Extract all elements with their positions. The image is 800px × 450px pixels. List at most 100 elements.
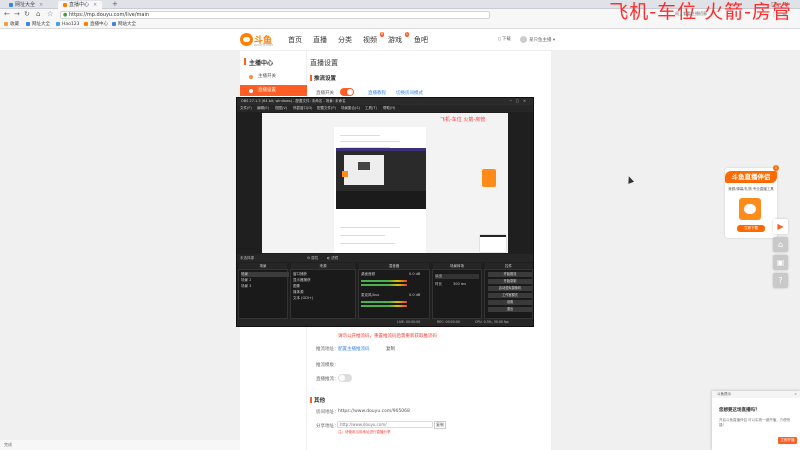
circle-icon: [249, 74, 253, 79]
start-streaming-button[interactable]: 开始推流: [488, 272, 532, 277]
start-recording-button[interactable]: 开始录制: [488, 279, 532, 284]
circle-icon: [249, 88, 253, 93]
bookmark-item[interactable]: 网址大全: [26, 21, 50, 28]
window-controls[interactable]: ─□✕: [510, 98, 530, 105]
app-icon[interactable]: ▣: [773, 255, 788, 270]
close-icon[interactable]: ×: [93, 2, 97, 8]
preview-notification: [480, 235, 506, 252]
filter-icon[interactable]: ◐ 滤镜: [327, 254, 338, 262]
obs-mixer-dock[interactable]: 混音器 桌面音频 0.0 dB 麦克风/Aux 0.0 dB: [358, 263, 430, 319]
list-item[interactable]: 窗口捕获: [293, 272, 307, 277]
preview-watermark: 飞机-车位 火箭-房管: [440, 117, 486, 123]
switch-room-mode-link[interactable]: 切换房间模式: [396, 90, 423, 96]
obs-preview[interactable]: 飞机-车位 火箭-房管: [262, 113, 508, 253]
folder-icon: [4, 21, 8, 26]
obs-menu-bar: 文件(F) 编辑(E) 视图(V) 停靠窗口(D) 配置文件(P) 场景集合(S…: [237, 105, 533, 112]
transition-select[interactable]: 淡出: [435, 274, 479, 279]
gear-icon[interactable]: ⚙ 属性: [307, 254, 318, 262]
live-companion-promo[interactable]: × 斗鱼直播伴侣 美颜/弹幕/礼物 专业直播工具 立即下载: [725, 165, 779, 238]
nav-game[interactable]: 游戏 1: [388, 32, 409, 45]
nav-badge: 6: [379, 32, 384, 37]
help-icon[interactable]: ?: [773, 273, 788, 288]
url-input[interactable]: ● https://mp.douyu.com/live/main: [60, 10, 490, 19]
obs-transitions-dock[interactable]: 场景转场 淡出 时长 300 ms: [432, 263, 482, 319]
list-item[interactable]: 图像: [293, 284, 300, 289]
douyu-logo[interactable]: 斗鱼 DOUYU.COM: [240, 32, 273, 48]
audio-meter: [361, 301, 407, 303]
forward-icon[interactable]: →: [14, 10, 20, 19]
preview-promo: [482, 169, 496, 187]
bookmark-item[interactable]: Hao123: [56, 21, 79, 28]
list-item[interactable]: 文本 (GDI+): [293, 296, 313, 301]
nav-badge: 1: [404, 32, 409, 37]
sidebar-item-anchor-switch[interactable]: 主播开关: [240, 71, 307, 82]
phone-icon: ▯: [498, 37, 501, 42]
duration-label: 时长: [435, 282, 442, 286]
site-header: 斗鱼 DOUYU.COM 首页 直播 分类 视频 6 游戏 1 鱼吧 ▯ 下载 某只…: [0, 29, 800, 51]
notification-button[interactable]: 立即开播: [778, 437, 797, 444]
audio-meter: [361, 284, 407, 286]
nav-video[interactable]: 视频 6: [363, 32, 384, 45]
star-icon[interactable]: ☆: [47, 10, 53, 19]
studio-mode-button[interactable]: 工作室模式: [488, 293, 532, 298]
live-switch-toggle[interactable]: [340, 88, 354, 96]
nav-fishbar[interactable]: 鱼吧: [414, 35, 428, 45]
promo-download-button[interactable]: 立即下载: [737, 225, 765, 232]
nav-home[interactable]: 首页: [288, 35, 302, 45]
obs-menu-scene-collection[interactable]: 场景集合(S): [341, 105, 360, 112]
list-item[interactable]: 场景: [241, 272, 289, 277]
obs-menu-docks[interactable]: 停靠窗口(D): [293, 105, 312, 112]
user-menu[interactable]: 某只鱼主播 ▾: [520, 36, 555, 45]
push-template-label: 推流模板：: [316, 363, 339, 368]
bookmark-item[interactable]: 收藏: [4, 21, 19, 28]
download-link[interactable]: ▯ 下载: [498, 36, 511, 44]
home-icon[interactable]: ⌂: [773, 237, 788, 252]
live-push-toggle[interactable]: [338, 374, 352, 382]
virtual-camera-button[interactable]: 启动虚拟摄像机: [488, 286, 532, 291]
live-switch-label: 直播开关: [316, 91, 334, 96]
obs-menu-view[interactable]: 视图(V): [275, 105, 287, 112]
duration-input[interactable]: 300 ms: [453, 282, 466, 287]
settings-button[interactable]: 设置: [488, 300, 532, 305]
nav-category[interactable]: 分类: [338, 35, 352, 45]
audio-meter: [361, 280, 407, 282]
preview-nested-promo: [342, 171, 348, 177]
preview-nested-obs: [336, 148, 426, 209]
list-item[interactable]: 场景 2: [241, 278, 251, 283]
obs-menu-help[interactable]: 帮助(H): [383, 105, 395, 112]
obs-status-bar: LIVE: 00:00:00 REC: 00:00:00 CPU: 0.3%, …: [237, 319, 533, 326]
obs-sources-dock[interactable]: 来源 窗口捕获 显示器捕获 图像 媒体源 文本 (GDI+) + − ⚙ ∧ ∨: [290, 263, 356, 325]
bookmark-item[interactable]: 网站大全: [112, 21, 136, 28]
new-tab-button[interactable]: +: [112, 1, 118, 8]
obs-menu-edit[interactable]: 编辑(E): [257, 105, 269, 112]
obs-menu-tools[interactable]: 工具(T): [365, 105, 377, 112]
home-icon[interactable]: ⌂: [36, 10, 40, 19]
list-item[interactable]: 显示器捕获: [293, 278, 311, 283]
rtmp-copy-link[interactable]: 复制: [386, 346, 395, 352]
notification-desc: 开启斗鱼直播伴侣 可以实现一键开播，方便快捷！: [719, 418, 791, 427]
rtmp-value[interactable]: 配置主播推流码: [338, 346, 370, 352]
list-item[interactable]: 场景 3: [241, 284, 251, 289]
refresh-icon[interactable]: ↻: [24, 10, 30, 19]
obs-controls-dock[interactable]: 控件 开始推流 开始录制 启动虚拟摄像机 工作室模式 设置 退出: [484, 263, 533, 319]
close-icon[interactable]: ×: [794, 391, 797, 398]
avatar: [520, 36, 527, 43]
nav-live[interactable]: 直播: [313, 35, 327, 45]
close-icon[interactable]: ×: [39, 2, 43, 8]
bookmark-item[interactable]: 直播中心: [84, 21, 108, 28]
obs-menu-file[interactable]: 文件(F): [240, 105, 252, 112]
sidebar-item-live-settings[interactable]: 直播设置: [240, 85, 307, 96]
exit-button[interactable]: 退出: [488, 307, 532, 312]
obs-source-toolbar: 未选择源 ⚙ 属性 ◐ 滤镜: [237, 254, 533, 262]
tab-navigation[interactable]: 网址大全 ×: [4, 1, 48, 9]
obs-window[interactable]: OBS 27.1.3 (64-bit, windows) - 配置文件: 未命名…: [236, 97, 534, 327]
obs-scenes-dock[interactable]: 场景 场景 场景 2 场景 3 + − ∧ ∨: [238, 263, 289, 325]
live-tutorial-link[interactable]: 直播教程: [368, 90, 386, 96]
share-url-input[interactable]: http://www.douyu.com/: [337, 421, 433, 428]
obs-menu-profile[interactable]: 配置文件(P): [317, 105, 336, 112]
list-item[interactable]: 媒体源: [293, 290, 304, 295]
tab-live-center[interactable]: 直播中心 ×: [58, 1, 103, 9]
play-icon[interactable]: ▶: [773, 219, 788, 234]
back-icon[interactable]: ←: [4, 10, 10, 19]
share-copy-button[interactable]: 复制: [434, 421, 446, 429]
